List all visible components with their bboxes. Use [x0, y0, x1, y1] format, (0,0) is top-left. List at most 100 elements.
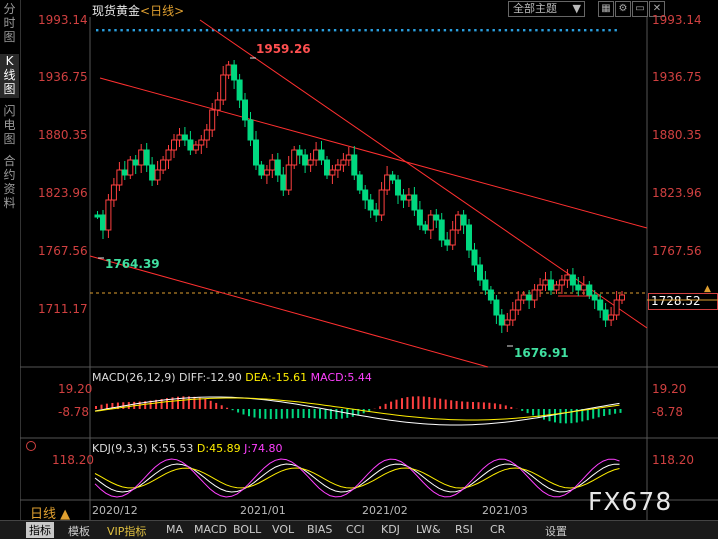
candle-body: [303, 155, 308, 165]
candle-body: [248, 120, 253, 140]
signal-dot: [602, 29, 604, 31]
signal-dot: [499, 29, 501, 31]
macd-bar: [292, 409, 294, 418]
signal-dot: [419, 29, 421, 31]
tab-kdj[interactable]: KDJ: [381, 523, 400, 536]
signal-dot: [389, 29, 391, 31]
candle-body: [532, 290, 537, 300]
candle-body: [461, 215, 466, 225]
candle-body: [237, 80, 242, 100]
signal-dot: [511, 29, 513, 31]
candle-body: [188, 140, 193, 150]
macd-bar: [598, 409, 600, 417]
signal-dot: [395, 29, 397, 31]
candle-body: [106, 200, 111, 230]
tab-macd[interactable]: MACD: [194, 523, 227, 536]
signal-dot: [255, 29, 257, 31]
tab-settings[interactable]: 设置: [545, 523, 567, 539]
tab-templates[interactable]: 模板: [68, 523, 90, 539]
candle-body: [379, 190, 384, 215]
candle-body: [166, 150, 171, 160]
signal-dot: [114, 29, 116, 31]
candle-body: [472, 250, 477, 265]
candle-body: [308, 160, 313, 165]
macd-header: MACD(26,12,9) DIFF:-12.90 DEA:-15.61 MAC…: [92, 371, 372, 384]
macd-bar: [450, 400, 452, 409]
tab-vol[interactable]: VOL: [272, 523, 294, 536]
signal-dot: [444, 29, 446, 31]
macd-bar: [243, 409, 245, 415]
candle-body: [204, 130, 209, 140]
signal-dots: [96, 29, 617, 31]
tab-lw[interactable]: LW&: [416, 523, 441, 536]
macd-bar: [614, 409, 616, 414]
tab-ma[interactable]: MA: [166, 523, 183, 536]
signal-dot: [456, 29, 458, 31]
candle-body: [401, 195, 406, 200]
candle-body: [505, 320, 510, 325]
signal-dot: [224, 29, 226, 31]
candle-body: [538, 285, 543, 290]
candle-body: [226, 65, 231, 75]
tab-bias[interactable]: BIAS: [307, 523, 332, 536]
macd-bar: [592, 409, 594, 419]
macd-bar: [204, 399, 206, 409]
candle-body: [412, 195, 417, 210]
candle-body: [199, 140, 204, 145]
candle-body: [456, 215, 461, 230]
tab-cci[interactable]: CCI: [346, 523, 365, 536]
kdj-d-value: D:45.89: [197, 442, 241, 455]
candle-body: [543, 280, 548, 285]
signal-dot: [261, 29, 263, 31]
high-annotation: 1959.26: [256, 42, 311, 56]
candle-body: [341, 160, 346, 165]
macd-bar: [270, 409, 272, 419]
signal-dot: [529, 29, 531, 31]
signal-dot: [273, 29, 275, 31]
macd-bar: [303, 409, 305, 418]
macd-bar: [417, 396, 419, 409]
candle-body: [144, 150, 149, 165]
candle-body: [292, 150, 297, 165]
signal-dot: [608, 29, 610, 31]
tab-indicators[interactable]: 指标: [26, 522, 54, 538]
signal-dot: [120, 29, 122, 31]
kdj-settings-icon[interactable]: [26, 441, 36, 451]
candle-body: [488, 290, 493, 300]
signal-dot: [596, 29, 598, 31]
macd-bar: [297, 409, 299, 418]
indicator-tab-bar: 指标 模板 VIP指标 MA MACD BOLL VOL BIAS CCI KD…: [0, 520, 718, 539]
macd-bar: [428, 397, 430, 409]
macd-bar: [275, 409, 277, 419]
macd-bar: [325, 409, 327, 419]
signal-dot: [145, 29, 147, 31]
candle-body: [215, 100, 220, 110]
signal-dot: [267, 29, 269, 31]
macd-bar: [570, 409, 572, 423]
macd-bar: [406, 397, 408, 409]
tab-boll[interactable]: BOLL: [233, 523, 261, 536]
macd-bar: [101, 405, 103, 409]
tab-cr[interactable]: CR: [490, 523, 505, 536]
candle-body: [620, 295, 625, 300]
macd-bar: [456, 401, 458, 409]
candle-body: [270, 160, 275, 170]
signal-dot: [285, 29, 287, 31]
candle-body: [133, 160, 138, 165]
signal-dot: [127, 29, 129, 31]
macd-label: MACD(26,12,9): [92, 371, 176, 384]
tab-vip-indicators[interactable]: VIP指标: [107, 523, 146, 539]
signal-dot: [535, 29, 537, 31]
candle-body: [264, 170, 269, 175]
trendline-lower[interactable]: [90, 256, 488, 367]
tab-rsi[interactable]: RSI: [455, 523, 473, 536]
candle-body: [510, 310, 515, 320]
time-label: 2021/01: [240, 504, 286, 517]
candle-body: [549, 280, 554, 290]
signal-dot: [523, 29, 525, 31]
macd-bar: [221, 405, 223, 409]
signal-dot: [401, 29, 403, 31]
macd-bar: [434, 398, 436, 409]
candle-body: [450, 230, 455, 245]
macd-diff-value: DIFF:-12.90: [179, 371, 242, 384]
